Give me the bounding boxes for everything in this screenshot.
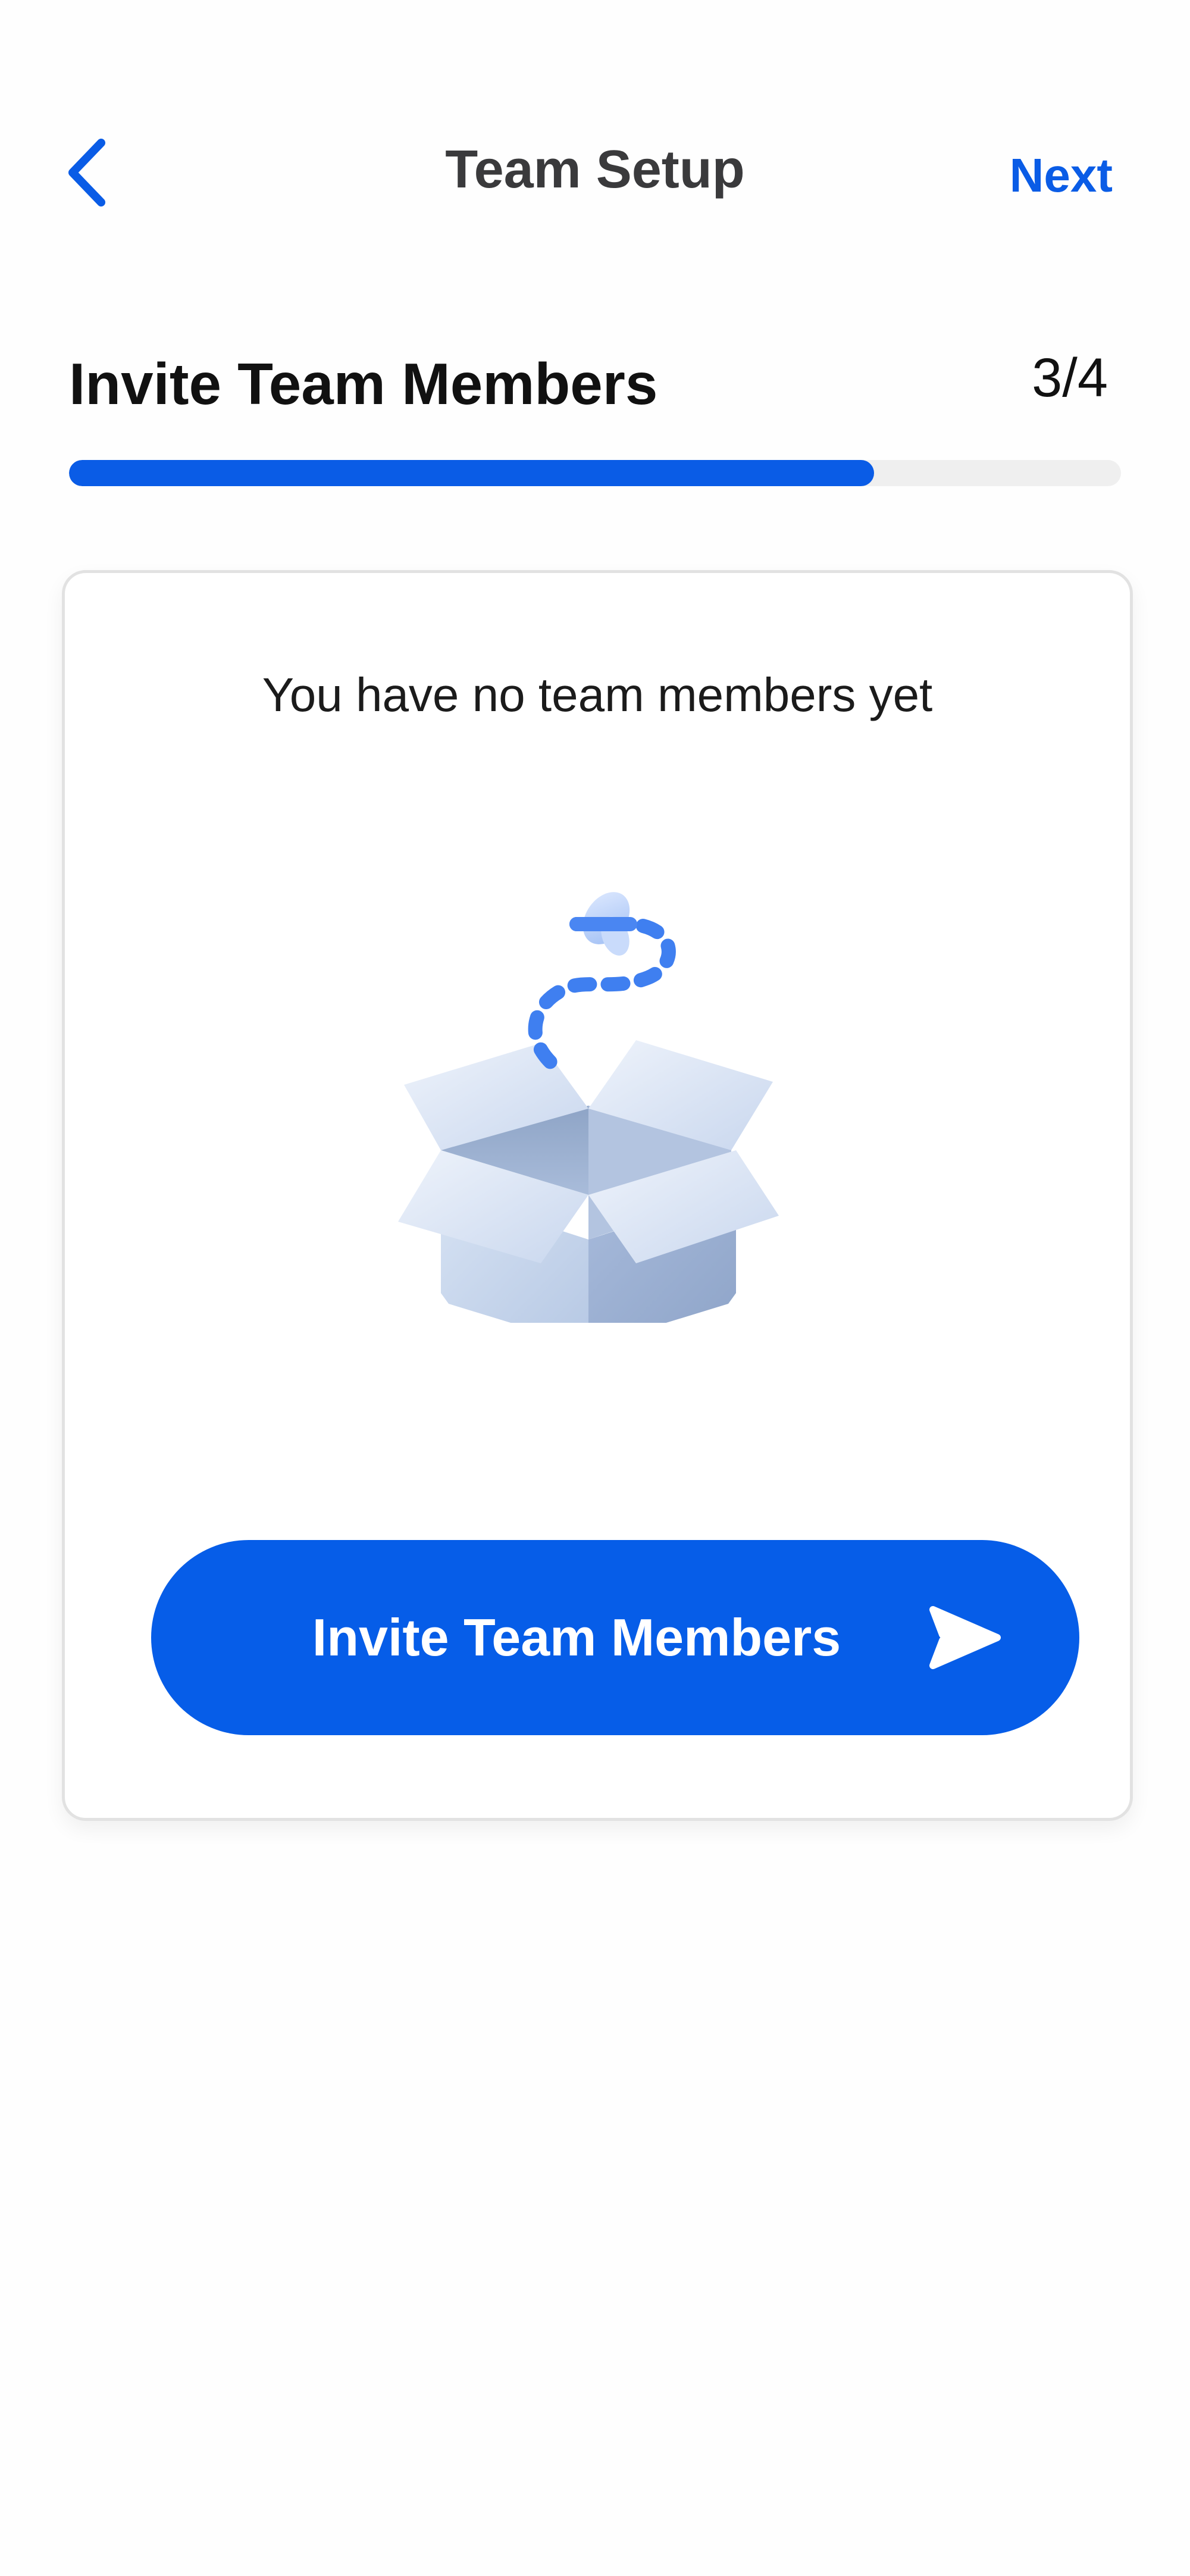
team-setup-screen: Team Setup Next Invite Team Members 3/4 … bbox=[0, 0, 1190, 2576]
empty-state-message: You have no team members yet bbox=[262, 668, 933, 721]
invite-team-members-button[interactable]: Invite Team Members bbox=[151, 1540, 1079, 1735]
invite-button-label: Invite Team Members bbox=[312, 1608, 841, 1667]
send-icon bbox=[929, 1606, 1001, 1669]
progress-bar-fill bbox=[69, 460, 874, 486]
step-counter: 3/4 bbox=[1032, 348, 1108, 408]
empty-state-card: You have no team members yet Invite Team… bbox=[62, 570, 1133, 1821]
open-box-illustration bbox=[398, 892, 779, 1323]
step-title: Invite Team Members bbox=[69, 351, 658, 417]
next-button[interactable]: Next bbox=[1010, 143, 1113, 208]
progress-bar bbox=[69, 460, 1121, 486]
